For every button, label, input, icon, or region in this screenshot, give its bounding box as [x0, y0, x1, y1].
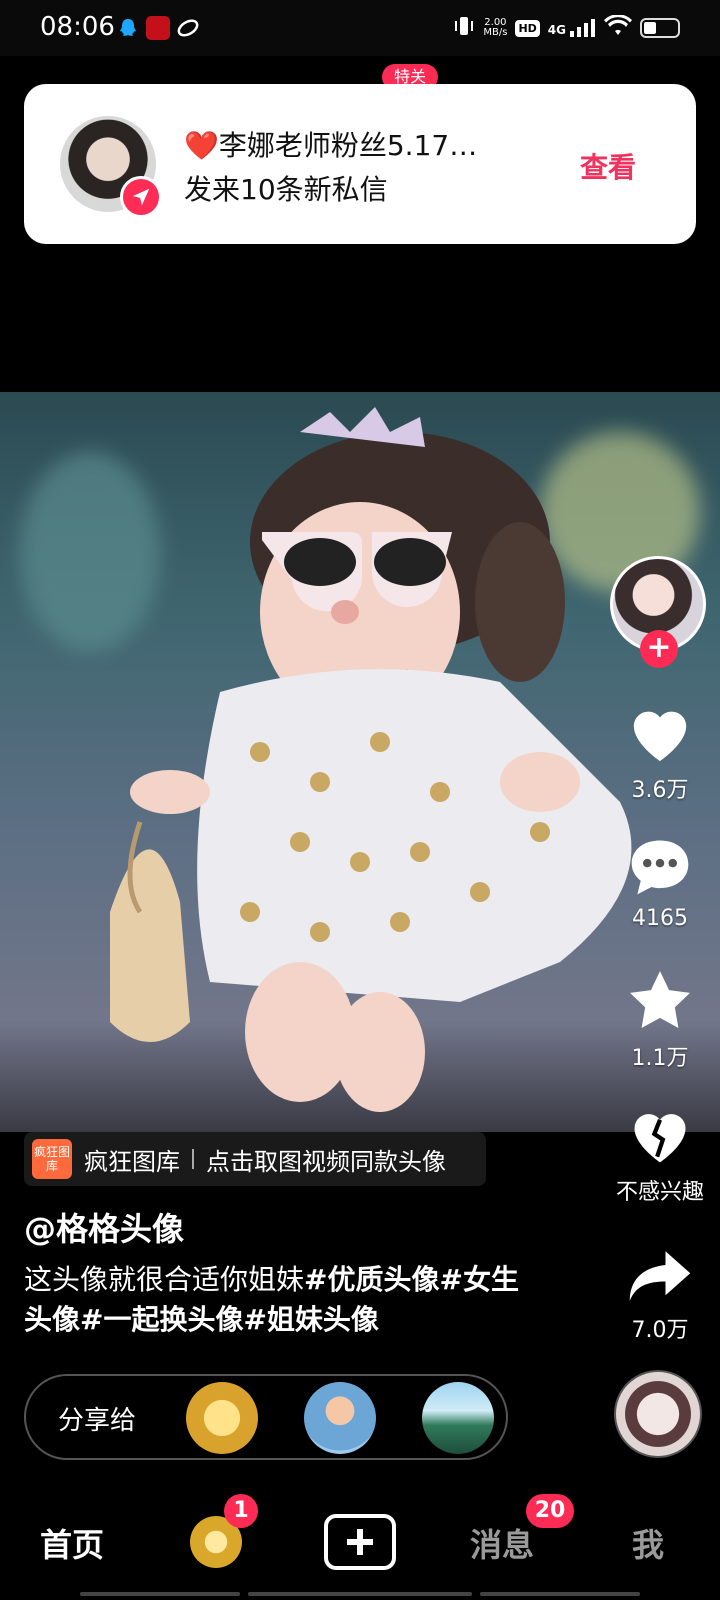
browser-icon	[176, 16, 200, 40]
nav-messages[interactable]: 消息	[470, 1520, 534, 1566]
home-indicator	[248, 1592, 472, 1596]
comment-icon	[631, 840, 689, 895]
video-caption: 这头像就很合适你姐妹#优质头像#女生头像#一起换头像#姐妹头像	[24, 1260, 544, 1340]
music-disc[interactable]	[614, 1370, 702, 1458]
share-count: 7.0万	[631, 1318, 689, 1343]
share-to-label: 分享给	[58, 1406, 137, 1436]
share-button[interactable]: 7.0万	[600, 1248, 720, 1344]
source-logo: 疯狂图库	[32, 1139, 72, 1179]
vibrate-icon	[453, 14, 475, 42]
source-name: 疯狂图库	[84, 1147, 180, 1176]
message-notification-banner[interactable]: ❤️李娜老师粉丝5.17… 发来10条新私信 查看	[24, 84, 696, 244]
battery-level	[644, 22, 656, 34]
favorite-count: 1.1万	[631, 1046, 689, 1071]
messages-badge: 20	[526, 1494, 574, 1528]
caption-text: 这头像就很合适你姐妹	[24, 1263, 305, 1296]
heart-icon	[633, 711, 687, 762]
not-interested-label: 不感兴趣	[615, 1180, 704, 1205]
wifi-icon	[604, 14, 632, 41]
battery-icon	[640, 18, 680, 38]
favorite-button[interactable]: 1.1万	[600, 968, 720, 1072]
not-interested-button[interactable]: 不感兴趣	[600, 1102, 720, 1206]
like-count: 3.6万	[631, 778, 689, 803]
home-indicator	[80, 1592, 240, 1596]
share-contact-avatar[interactable]	[304, 1382, 376, 1454]
notification-message: 发来10条新私信	[184, 173, 388, 206]
share-contact-avatar[interactable]	[422, 1382, 494, 1454]
signal-label: 4G	[547, 23, 566, 37]
source-hint: 点击取图视频同款头像	[206, 1147, 446, 1176]
home-indicator	[480, 1592, 640, 1596]
paper-plane-icon	[120, 176, 162, 218]
coin-badge: 1	[224, 1494, 258, 1528]
status-bar: 08:06 2.00 MB/s HD 4G	[0, 0, 720, 56]
author-username[interactable]: @格格头像	[24, 1204, 184, 1250]
news-app-icon	[146, 16, 170, 40]
share-bar[interactable]: 分享给	[24, 1374, 508, 1460]
create-button[interactable]	[324, 1514, 396, 1570]
divider	[192, 1149, 194, 1169]
clock: 08:06	[40, 12, 115, 42]
notification-title: ❤️李娜老师粉丝5.17…	[184, 129, 478, 162]
view-button[interactable]: 查看	[580, 146, 636, 186]
net-speed-unit: MB/s	[483, 27, 508, 38]
signal-icon: 4G	[548, 19, 596, 37]
comment-count: 4165	[632, 906, 688, 931]
source-tag[interactable]: 疯狂图库 疯狂图库 点击取图视频同款头像	[24, 1132, 486, 1186]
star-icon	[630, 971, 690, 1029]
share-contact-avatar[interactable]	[186, 1382, 258, 1454]
hd-badge: HD	[515, 19, 540, 37]
comment-button[interactable]: 4165	[600, 834, 720, 931]
broken-heart-icon	[634, 1114, 686, 1163]
net-speed: 2.00 MB/s	[483, 18, 507, 38]
qq-icon	[116, 16, 140, 40]
like-button[interactable]: 3.6万	[600, 700, 720, 804]
share-arrow-icon	[629, 1251, 691, 1301]
follow-plus-icon[interactable]: +	[640, 630, 678, 668]
plus-icon	[347, 1529, 373, 1555]
nav-home[interactable]: 首页	[40, 1520, 104, 1566]
bottom-nav: 首页 1 消息 20 我	[0, 1494, 720, 1600]
nav-me[interactable]: 我	[632, 1520, 664, 1566]
